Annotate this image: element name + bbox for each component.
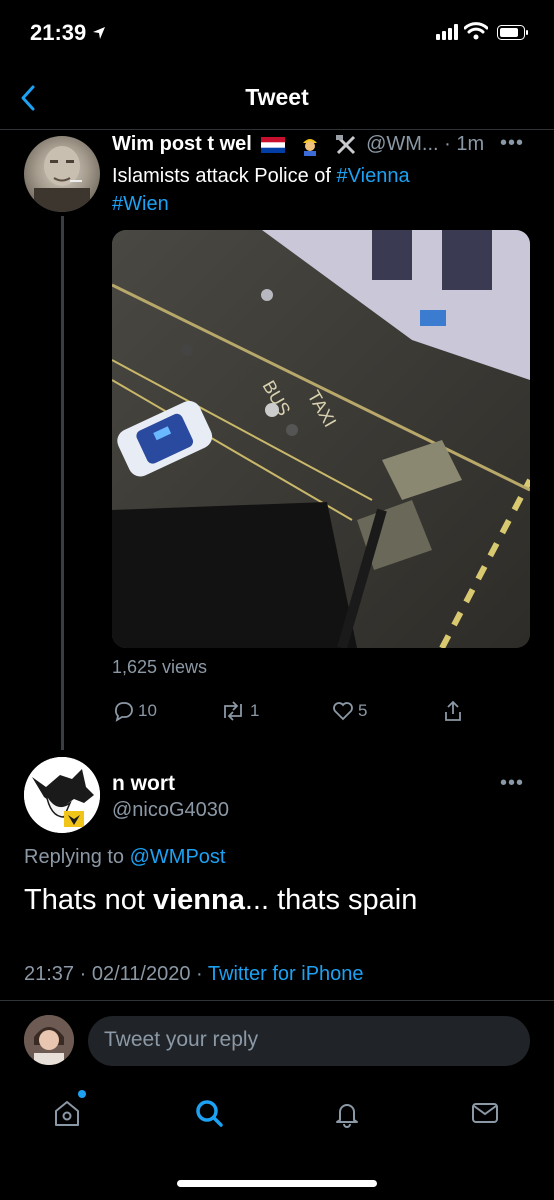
hammer-and-wrench-icon [335, 134, 355, 154]
hashtag-wien[interactable]: #Wien [112, 193, 169, 215]
parent-age: 1m [456, 133, 485, 155]
messages-icon[interactable] [470, 1098, 500, 1128]
video-media[interactable]: BUS TAXI [112, 230, 530, 648]
parent-author-name[interactable]: Wim post t wel [112, 133, 252, 155]
construction-worker-icon [302, 138, 317, 156]
heart-icon [333, 702, 353, 721]
like-count: 5 [358, 701, 368, 720]
replying-prefix: Replying to [24, 846, 130, 868]
parent-author-handle: @WM... [366, 133, 439, 155]
reply-text-before: Thats not [24, 884, 153, 916]
retweet-action[interactable]: 1 [220, 700, 259, 722]
retweet-count: 1 [250, 701, 260, 720]
view-count: 1,625 views [112, 657, 208, 677]
share-action[interactable] [442, 700, 464, 722]
parent-separator: · [444, 133, 451, 155]
hashtag-vienna[interactable]: #Vienna [337, 165, 410, 187]
retweet-icon [224, 701, 242, 721]
status-time: 21:39 [30, 20, 87, 45]
parent-more-icon[interactable]: ••• [500, 132, 524, 155]
reply-count: 10 [138, 701, 157, 720]
tweet-source[interactable]: Twitter for iPhone [208, 963, 364, 985]
cellular-signal-icon [436, 24, 458, 40]
parent-actions: 10 1 5 [112, 700, 532, 730]
reply-icon [115, 702, 133, 722]
search-icon[interactable] [194, 1098, 224, 1128]
parent-tweet-text: Islamists attack Police of #Vienna #Wien [112, 162, 532, 218]
composer-placeholder: Tweet your reply [104, 1028, 259, 1051]
reply-text-after: ... thats spain [244, 884, 418, 916]
battery-icon [497, 25, 528, 40]
share-icon [445, 700, 461, 721]
home-icon[interactable] [52, 1098, 82, 1128]
reply-more-icon[interactable]: ••• [500, 772, 524, 795]
nav-bar: Tweet [0, 66, 554, 130]
meta-dot-1: · [79, 963, 87, 985]
replying-mention[interactable]: @WMPost [130, 846, 226, 868]
user-avatar[interactable] [24, 1015, 74, 1065]
home-unread-dot [78, 1090, 86, 1098]
home-indicator [177, 1180, 377, 1187]
parent-text-body: Islamists attack Police of [112, 165, 337, 187]
tweet-time: 21:37 [24, 963, 75, 985]
reply-avatar[interactable] [24, 757, 100, 833]
page-title: Tweet [245, 84, 309, 110]
reply-composer[interactable]: Tweet your reply [88, 1016, 530, 1066]
location-arrow-icon [93, 27, 105, 39]
divider [0, 1000, 554, 1001]
tweet-meta: 21:37 · 02/11/2020 · Twitter for iPhone [24, 963, 364, 986]
netherlands-flag-icon [261, 136, 286, 153]
parent-header: Wim post t wel @WM... · 1m [112, 133, 484, 156]
notifications-icon[interactable] [332, 1098, 362, 1128]
tweet-date: 02/11/2020 [91, 963, 191, 985]
parent-avatar[interactable] [24, 136, 100, 212]
reply-author-name[interactable]: n wort [112, 772, 175, 796]
reply-tweet-text: Thats not vienna... thats spain [24, 884, 417, 917]
wifi-icon [464, 22, 488, 40]
replying-to: Replying to @WMPost [24, 846, 225, 869]
meta-dot-2: · [196, 963, 203, 985]
like-action[interactable]: 5 [332, 700, 367, 722]
thread-line [61, 216, 64, 750]
reply-text-bold: vienna [152, 884, 245, 916]
reply-action[interactable]: 10 [112, 700, 157, 722]
status-bar: 21:39 [0, 0, 554, 66]
reply-author-handle: @nicoG4030 [112, 799, 230, 821]
